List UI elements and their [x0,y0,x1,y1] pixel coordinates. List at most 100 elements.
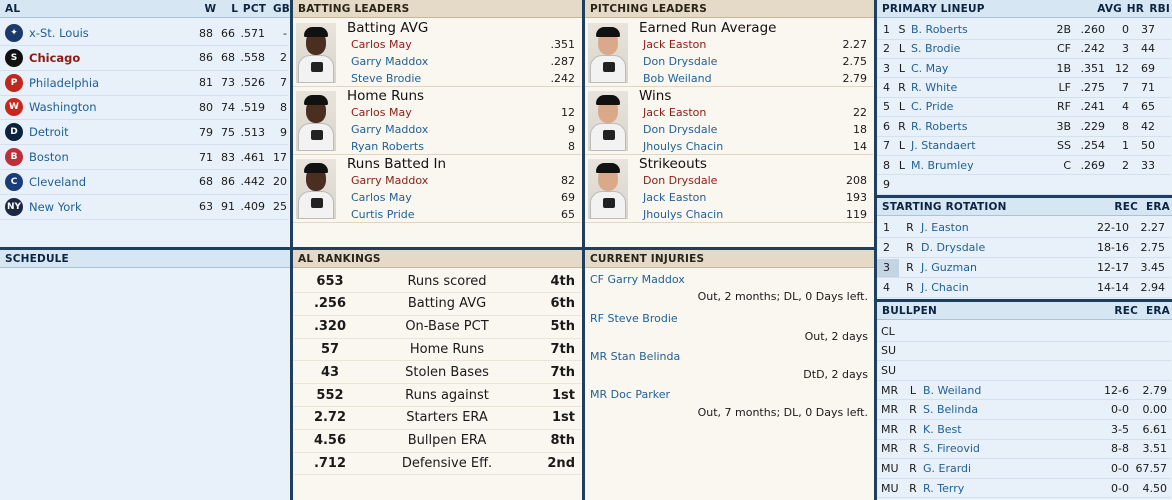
col-gb[interactable]: GB [266,0,290,17]
rotation-player-name[interactable]: J. Chacin [921,281,1031,294]
col-hr[interactable]: HR [1122,0,1144,17]
bullpen-player-name[interactable]: S. Fireovid [923,442,1033,455]
lineup-row[interactable]: 5 L C. Pride RF .241 4 65 [877,98,1171,118]
leader-row[interactable]: Garry Maddox 82 [351,174,575,191]
lineup-row[interactable]: 3 L C. May 1B .351 12 69 [877,59,1171,79]
rotation-player-name[interactable]: J. Guzman [921,261,1031,274]
leader-name[interactable]: Don Drysdale [643,123,717,140]
leader-row[interactable]: Garry Maddox 9 [351,123,575,140]
leader-row[interactable]: Curtis Pride 65 [351,208,575,225]
lineup-player-name[interactable]: M. Brumley [911,159,1031,172]
team-name[interactable]: Washington [29,100,169,114]
leader-row[interactable]: Don Drysdale 2.75 [643,55,867,72]
bullpen-player-name[interactable]: R. Terry [923,482,1033,495]
injury-player-name[interactable]: MR Doc Parker [590,388,670,401]
standings-row[interactable]: W Washington 80 74 .519 8 [0,95,288,121]
lineup-player-name[interactable]: R. Roberts [911,120,1031,133]
lineup-row[interactable]: 7 L J. Standaert SS .254 1 50 [877,136,1171,156]
standings-row[interactable]: NY New York 63 91 .409 25 [0,195,288,220]
leader-name[interactable]: Jhoulys Chacin [643,208,723,225]
col-era[interactable]: ERA [1138,302,1170,319]
leader-name[interactable]: Garry Maddox [351,174,428,191]
leader-name[interactable]: Don Drysdale [643,174,717,191]
leader-name[interactable]: Curtis Pride [351,208,415,225]
leader-row[interactable]: Jack Easton 2.27 [643,38,867,55]
lineup-row[interactable]: 8 L M. Brumley C .269 2 33 [877,156,1171,176]
injury-player-name[interactable]: CF Garry Maddox [590,273,685,286]
rotation-row[interactable]: 1 R J. Easton 22-10 2.27 [877,218,1171,238]
team-name[interactable]: Detroit [29,125,169,139]
leader-row[interactable]: Jhoulys Chacin 119 [643,208,867,225]
team-name[interactable]: Chicago [29,51,169,65]
leader-name[interactable]: Garry Maddox [351,55,428,72]
rotation-row[interactable]: 2 R D. Drysdale 18-16 2.75 [877,238,1171,258]
injury-player-name[interactable]: MR Stan Belinda [590,350,680,363]
team-name[interactable]: Philadelphia [29,76,169,90]
leader-name[interactable]: Jack Easton [643,38,706,55]
standings-row[interactable]: D Detroit 79 75 .513 9 [0,120,288,146]
col-rbi[interactable]: RBI [1144,0,1170,17]
col-w[interactable]: W [192,0,216,17]
lineup-row[interactable]: 6 R R. Roberts 3B .229 8 42 [877,117,1171,137]
bullpen-row[interactable]: MR L B. Weiland 12-6 2.79 [877,381,1171,401]
rotation-row[interactable]: 4 R J. Chacin 14-14 2.94 [877,278,1171,298]
col-l[interactable]: L [216,0,238,17]
rotation-player-name[interactable]: D. Drysdale [921,241,1031,254]
col-era[interactable]: ERA [1138,198,1170,215]
team-name[interactable]: Boston [29,150,169,164]
standings-row[interactable]: C Cleveland 68 86 .442 20 [0,170,288,195]
lineup-row[interactable]: 2 L S. Brodie CF .242 3 44 [877,39,1171,59]
bullpen-player-name[interactable]: K. Best [923,423,1033,436]
col-rec[interactable]: REC [1104,198,1138,215]
leader-row[interactable]: Jack Easton 193 [643,191,867,208]
col-rec[interactable]: REC [1104,302,1138,319]
bullpen-player-name[interactable]: S. Belinda [923,403,1033,416]
leader-row[interactable]: Garry Maddox .287 [351,55,575,72]
leader-row[interactable]: Don Drysdale 208 [643,174,867,191]
lineup-player-name[interactable]: B. Roberts [911,23,1031,36]
leader-name[interactable]: Don Drysdale [643,55,717,72]
leader-name[interactable]: Carlos May [351,191,412,208]
leader-row[interactable]: Carlos May 69 [351,191,575,208]
bullpen-row[interactable]: MR R S. Belinda 0-0 0.00 [877,400,1171,420]
leader-name[interactable]: Garry Maddox [351,123,428,140]
leader-name[interactable]: Carlos May [351,106,412,123]
bullpen-player-name[interactable]: G. Erardi [923,462,1033,475]
standings-row[interactable]: P Philadelphia 81 73 .526 7 [0,71,288,96]
lineup-player-name[interactable]: R. White [911,81,1031,94]
bullpen-row[interactable]: SU [877,342,1171,362]
col-pct[interactable]: PCT [238,0,266,17]
standings-row[interactable]: ✦ x-St. Louis 88 66 .571 - [0,21,288,46]
lineup-row[interactable]: 4 R R. White LF .275 7 71 [877,78,1171,98]
lineup-row[interactable]: 9 [877,175,1171,195]
bullpen-player-name[interactable]: B. Weiland [923,384,1033,397]
leader-row[interactable]: Don Drysdale 18 [643,123,867,140]
lineup-player-name[interactable]: C. Pride [911,100,1031,113]
standings-row[interactable]: B Boston 71 83 .461 17 [0,145,288,170]
batting-leaders-header: BATTING LEADERS [293,0,582,18]
injury-player-name[interactable]: RF Steve Brodie [590,312,678,325]
bullpen-row[interactable]: MU R G. Erardi 0-0 67.57 [877,459,1171,479]
rotation-row[interactable]: 3 R J. Guzman 12-17 3.45 [877,258,1171,278]
lineup-row[interactable]: 1 S B. Roberts 2B .260 0 37 [877,20,1171,40]
leader-name[interactable]: Jack Easton [643,106,706,123]
bullpen-row[interactable]: MR R K. Best 3-5 6.61 [877,420,1171,440]
lineup-player-name[interactable]: S. Brodie [911,42,1031,55]
lineup-player-name[interactable]: J. Standaert [911,139,1031,152]
leader-name[interactable]: Jack Easton [643,191,706,208]
bullpen-row[interactable]: MU R R. Terry 0-0 4.50 [877,479,1171,499]
team-name[interactable]: x-St. Louis [29,26,169,40]
standings-row[interactable]: S Chicago 86 68 .558 2 [0,46,288,71]
leader-row[interactable]: Jack Easton 22 [643,106,867,123]
lineup-player-name[interactable]: C. May [911,62,1031,75]
leader-row[interactable]: Carlos May .351 [351,38,575,55]
team-name[interactable]: New York [29,200,169,214]
team-name[interactable]: Cleveland [29,175,169,189]
leader-row[interactable]: Carlos May 12 [351,106,575,123]
bullpen-row[interactable]: SU [877,361,1171,381]
bullpen-row[interactable]: CL [877,322,1171,342]
bullpen-row[interactable]: MR R S. Fireovid 8-8 3.51 [877,440,1171,460]
leader-name[interactable]: Carlos May [351,38,412,55]
col-avg[interactable]: AVG [1086,0,1122,17]
rotation-player-name[interactable]: J. Easton [921,221,1031,234]
